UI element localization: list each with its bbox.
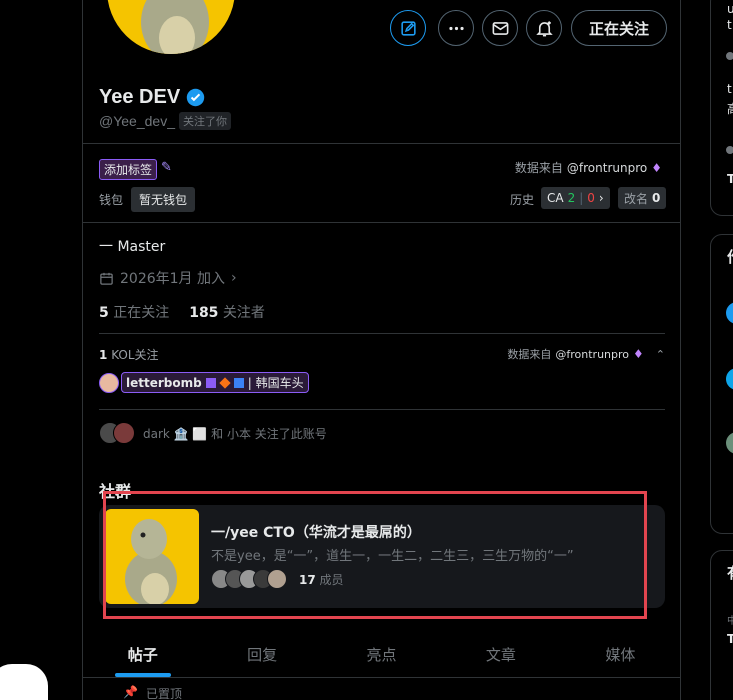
followed-by-text: dark 🏦 ⬜ 和 小本 关注了此账号 bbox=[143, 426, 327, 441]
pinned-label: 📌 已置顶 bbox=[123, 685, 182, 700]
kol-count-number: 1 bbox=[99, 348, 108, 362]
sidebar-snippet: 中 bbox=[727, 616, 733, 627]
ca-history-button[interactable]: CA 2 | 0 › bbox=[541, 187, 610, 209]
avatar bbox=[726, 52, 733, 60]
kol-tag: letterbomb | 韩国车头 bbox=[121, 372, 309, 393]
verified-badge-icon[interactable] bbox=[186, 88, 205, 107]
tab-media[interactable]: 媒体 bbox=[561, 632, 680, 677]
flame-icon: ♦ bbox=[651, 160, 662, 175]
profile-column: 正在关注 Yee DEV @Yee_dev_ 关注了你 添加标签 ✎ 数据来自 … bbox=[82, 0, 681, 700]
right-sidebar: u t t 高 T 作 有 中 T bbox=[710, 0, 733, 700]
handle-row: @Yee_dev_ 关注了你 bbox=[99, 112, 231, 130]
sidebar-snippet: t bbox=[727, 18, 732, 32]
followers-link[interactable]: 185 关注者 bbox=[189, 302, 265, 322]
following-button[interactable]: 正在关注 bbox=[571, 10, 667, 46]
tab-highlights[interactable]: 亮点 bbox=[322, 632, 441, 677]
wallet-label: 钱包 bbox=[99, 193, 124, 207]
kol-count: 1 KOL关注 bbox=[99, 346, 159, 363]
data-source: 数据来自 @frontrunpro ♦ bbox=[515, 159, 662, 176]
avatar bbox=[726, 146, 733, 154]
ca-label: CA bbox=[547, 191, 564, 205]
profile-name: Yee DEV bbox=[99, 86, 181, 108]
pencil-icon[interactable]: ✎ bbox=[161, 160, 172, 175]
pin-icon: 📌 bbox=[123, 685, 138, 699]
kol-source-link[interactable]: @frontrunpro bbox=[555, 348, 629, 361]
kol-count-label: KOL关注 bbox=[111, 348, 159, 362]
followed-by-avatars bbox=[99, 422, 135, 444]
following-label: 正在关注 bbox=[113, 305, 170, 321]
chevron-up-icon[interactable]: ⌃ bbox=[656, 348, 665, 361]
kol-avatar bbox=[99, 372, 119, 393]
purple-square-icon bbox=[205, 377, 216, 388]
follows-you-badge: 关注了你 bbox=[178, 112, 231, 130]
flame-icon: ♦ bbox=[633, 347, 644, 361]
kol-section: 1 KOL关注 数据来自 @frontrunpro ♦ ⌃ letterbomb… bbox=[99, 333, 665, 393]
join-date-row[interactable]: 2026年1月 加入 › bbox=[99, 268, 237, 288]
followed-by-row[interactable]: dark 🏦 ⬜ 和 小本 关注了此账号 bbox=[99, 409, 665, 444]
followers-label: 关注者 bbox=[222, 305, 265, 321]
join-date: 2026年1月 加入 bbox=[120, 271, 225, 287]
following-link[interactable]: 5 正在关注 bbox=[99, 302, 169, 322]
history-label: 历史 bbox=[510, 193, 535, 207]
profile-tabs: 帖子 回复 亮点 文章 媒体 bbox=[83, 632, 680, 678]
followers-count: 185 bbox=[189, 305, 219, 321]
profile-avatar[interactable] bbox=[103, 0, 239, 58]
chevron-right-icon: › bbox=[231, 270, 237, 286]
rename-history-button[interactable]: 改名 0 bbox=[618, 187, 667, 209]
ca-red-count: 0 bbox=[587, 191, 595, 205]
source-link[interactable]: @frontrunpro bbox=[567, 161, 647, 175]
sidebar-snippet: 高 bbox=[727, 100, 733, 117]
ca-divider: | bbox=[579, 191, 584, 205]
pinned-text: 已置顶 bbox=[145, 687, 182, 700]
sidebar-snippet: 有 bbox=[727, 562, 733, 583]
kol-data-source: 数据来自 @frontrunpro ♦ ⌃ bbox=[507, 346, 665, 362]
kol-source-label: 数据来自 bbox=[507, 348, 552, 361]
kol-name: letterbomb bbox=[126, 375, 202, 390]
message-button[interactable] bbox=[482, 10, 518, 46]
ca-green-count: 2 bbox=[567, 191, 576, 205]
sidebar-snippet: T bbox=[727, 632, 733, 646]
tab-articles[interactable]: 文章 bbox=[441, 632, 560, 677]
sidebar-snippet: t bbox=[727, 82, 732, 96]
sidebar-snippet: T bbox=[727, 172, 733, 186]
avatar bbox=[113, 422, 135, 444]
floating-button[interactable] bbox=[0, 664, 48, 700]
notify-button[interactable] bbox=[526, 10, 562, 46]
follow-stats: 5 正在关注 185 关注者 bbox=[99, 302, 265, 322]
edit-button[interactable] bbox=[390, 10, 426, 46]
tab-posts[interactable]: 帖子 bbox=[83, 632, 202, 677]
profile-handle: @Yee_dev_ bbox=[99, 113, 175, 129]
tab-replies[interactable]: 回复 bbox=[202, 632, 321, 677]
bell-plus-icon bbox=[535, 20, 553, 36]
blue-square-icon bbox=[233, 377, 244, 388]
more-icon bbox=[448, 26, 464, 30]
profile-name-row: Yee DEV bbox=[99, 86, 205, 109]
source-label: 数据来自 bbox=[514, 161, 563, 175]
following-count: 5 bbox=[99, 305, 109, 321]
wallet-button[interactable]: 暂无钱包 bbox=[131, 187, 196, 212]
calendar-icon bbox=[100, 272, 113, 285]
highlight-box bbox=[103, 491, 647, 619]
extension-panel: 添加标签 ✎ 数据来自 @frontrunpro ♦ 钱包 暂无钱包 历史 CA… bbox=[83, 143, 680, 223]
add-tag-button[interactable]: 添加标签 bbox=[99, 159, 158, 180]
mail-icon bbox=[492, 21, 508, 35]
kol-chip[interactable]: letterbomb | 韩国车头 bbox=[99, 372, 309, 393]
kol-tag-label: | 韩国车头 bbox=[247, 376, 304, 390]
more-button[interactable] bbox=[438, 10, 474, 46]
sidebar-snippet: 作 bbox=[727, 246, 733, 267]
chevron-right-icon: › bbox=[598, 191, 604, 205]
edit-icon bbox=[400, 20, 416, 36]
orange-diamond-icon bbox=[219, 376, 231, 389]
rename-label: 改名 bbox=[624, 191, 649, 206]
rename-count: 0 bbox=[652, 191, 661, 205]
sidebar-snippet: u bbox=[727, 2, 733, 16]
profile-bio: 一 Master bbox=[99, 239, 166, 255]
